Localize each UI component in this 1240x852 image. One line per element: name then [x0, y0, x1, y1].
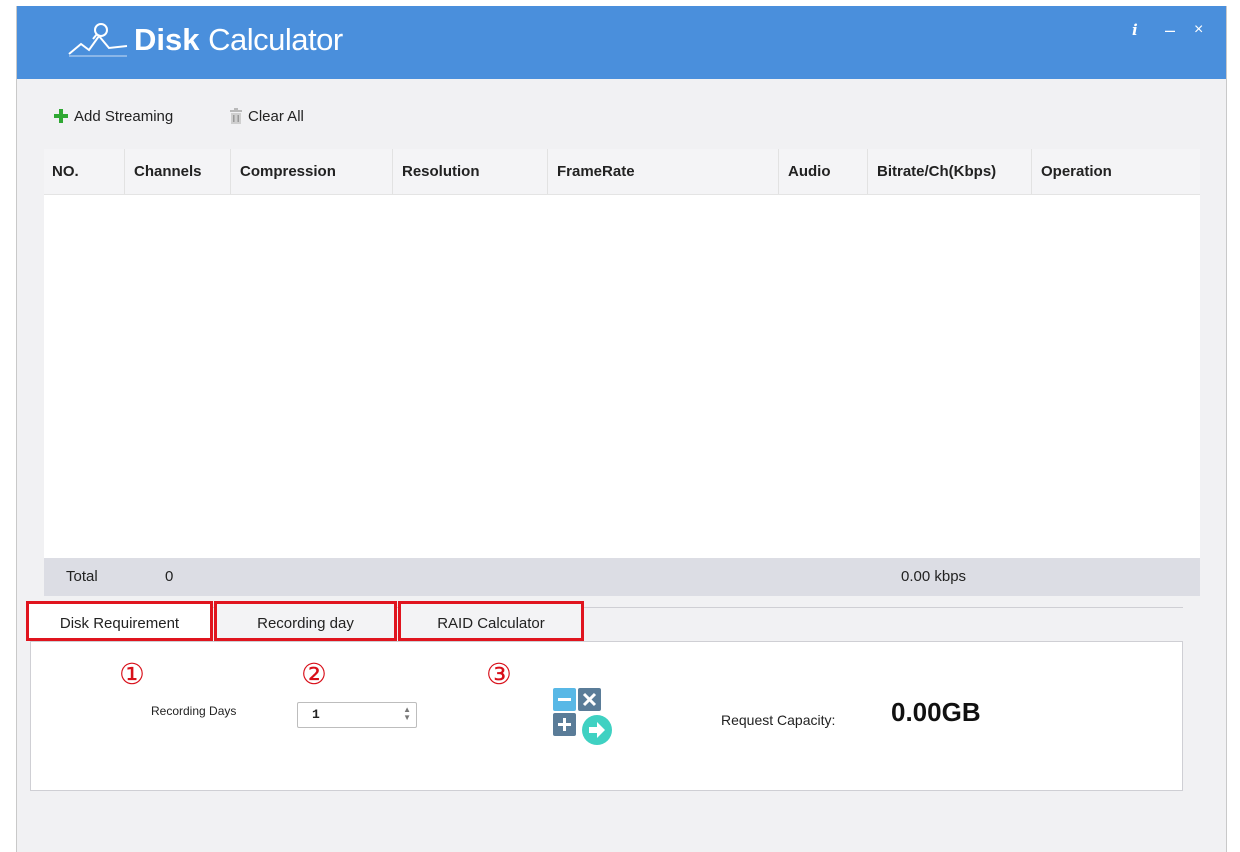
- column-header-resolution[interactable]: Resolution: [392, 149, 547, 194]
- app-logo-icon: [68, 23, 128, 57]
- callout-marker-1: ①: [119, 657, 145, 691]
- minimize-button[interactable]: –: [1165, 20, 1175, 40]
- column-header-bitrate[interactable]: Bitrate/Ch(Kbps): [867, 149, 1031, 194]
- column-header-compression[interactable]: Compression: [230, 149, 392, 194]
- clear-all-button[interactable]: Clear All: [229, 106, 304, 126]
- clear-all-label: Clear All: [248, 107, 304, 125]
- column-header-channels[interactable]: Channels: [124, 149, 230, 194]
- column-header-no[interactable]: NO.: [44, 149, 124, 194]
- tab-recording-day[interactable]: Recording day: [214, 601, 397, 641]
- callout-marker-3: ③: [486, 657, 512, 691]
- tab-raid-calculator[interactable]: RAID Calculator: [398, 601, 584, 641]
- calculator-icon[interactable]: [553, 688, 619, 746]
- column-header-operation[interactable]: Operation: [1031, 149, 1200, 194]
- trash-icon: [230, 108, 242, 124]
- add-streaming-button[interactable]: Add Streaming: [53, 106, 173, 126]
- total-row: Total 0 0.00 kbps: [44, 558, 1200, 596]
- recording-days-value: 1: [312, 707, 320, 722]
- total-label: Total: [66, 568, 98, 585]
- info-button[interactable]: i: [1132, 20, 1138, 40]
- app-title-bold: Disk: [134, 22, 200, 57]
- streaming-table-header: NO. Channels Compression Resolution Fram…: [44, 149, 1200, 195]
- recording-days-stepper[interactable]: 1 ▲ ▼: [297, 702, 417, 728]
- add-streaming-label: Add Streaming: [74, 107, 174, 125]
- app-title-light: Calculator: [208, 22, 343, 57]
- app-title: Disk Calculator: [134, 20, 343, 60]
- total-bitrate: 0.00 kbps: [901, 568, 967, 585]
- streaming-table-body[interactable]: [44, 195, 1200, 558]
- plus-icon: [54, 109, 68, 123]
- callout-marker-2: ②: [301, 657, 327, 691]
- total-channels: 0: [165, 568, 174, 585]
- request-capacity-value: 0.00GB: [891, 697, 981, 727]
- column-header-framerate[interactable]: FrameRate: [547, 149, 778, 194]
- recording-days-label: Recording Days: [151, 704, 237, 718]
- column-header-audio[interactable]: Audio: [778, 149, 867, 194]
- close-button[interactable]: ×: [1194, 20, 1203, 40]
- title-bar: Disk Calculator i – ×: [17, 6, 1226, 79]
- tab-disk-requirement[interactable]: Disk Requirement: [26, 601, 213, 641]
- stepper-arrows-icon[interactable]: ▲ ▼: [403, 706, 411, 722]
- request-capacity-label: Request Capacity:: [721, 712, 836, 728]
